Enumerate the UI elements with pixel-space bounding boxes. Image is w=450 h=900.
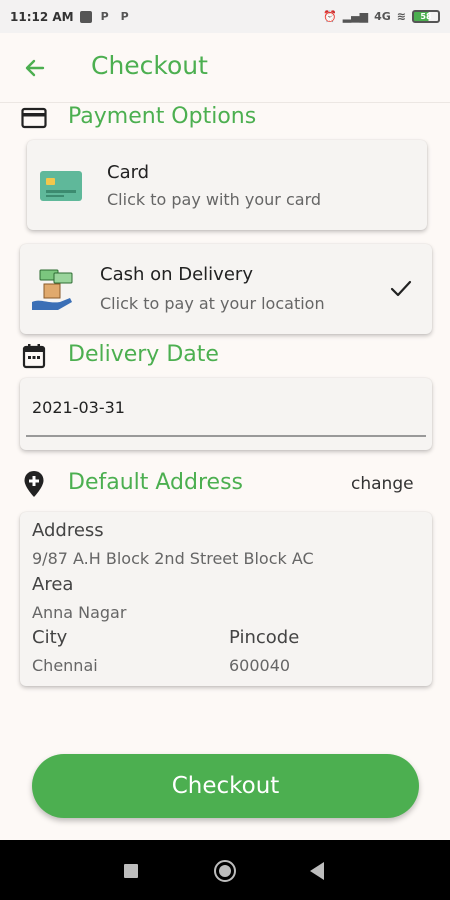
home-icon[interactable] bbox=[214, 860, 236, 882]
payment-option-card[interactable]: Card Click to pay with your card bbox=[27, 140, 427, 230]
address-label: Address bbox=[32, 520, 104, 541]
cash-delivery-icon bbox=[30, 268, 76, 310]
battery-icon: 58 bbox=[412, 10, 440, 23]
payment-options-title: Payment Options bbox=[68, 104, 257, 129]
notification-icon bbox=[79, 10, 92, 23]
arrow-left-icon bbox=[25, 59, 45, 77]
pincode-label: Pincode bbox=[229, 627, 300, 648]
location-pin-icon bbox=[20, 470, 48, 498]
payment-option-cod[interactable]: Cash on Delivery Click to pay at your lo… bbox=[20, 244, 432, 334]
address-card: Address 9/87 A.H Block 2nd Street Block … bbox=[20, 512, 432, 686]
bank-card-icon bbox=[38, 166, 84, 206]
alarm-icon: ⏰ bbox=[323, 10, 337, 23]
cod-option-title: Cash on Delivery bbox=[100, 264, 253, 285]
wifi-icon: ≋ bbox=[396, 10, 406, 23]
delivery-date-value: 2021-03-31 bbox=[32, 398, 125, 417]
system-nav-bar bbox=[0, 840, 450, 900]
battery-level: 58 bbox=[420, 12, 432, 21]
change-address-link[interactable]: change bbox=[351, 474, 414, 494]
cod-option-subtitle: Click to pay at your location bbox=[100, 294, 325, 313]
delivery-date-field[interactable]: 2021-03-31 bbox=[20, 378, 432, 450]
area-value: Anna Nagar bbox=[32, 603, 127, 622]
calendar-icon bbox=[20, 342, 48, 370]
home-icon-dot bbox=[219, 865, 231, 877]
page-title: Checkout bbox=[91, 51, 208, 80]
network-type: 4G bbox=[374, 10, 391, 23]
delivery-date-title: Delivery Date bbox=[68, 342, 219, 367]
pincode-value: 600040 bbox=[229, 656, 291, 675]
status-time: 11:12 AM bbox=[10, 9, 74, 24]
date-field-underline bbox=[26, 435, 426, 437]
status-right: ⏰ ▂▄▆ 4G ≋ 58 bbox=[323, 10, 440, 23]
city-label: City bbox=[32, 627, 68, 648]
back-button[interactable] bbox=[20, 53, 50, 83]
recent-apps-icon[interactable] bbox=[124, 864, 138, 878]
default-address-title: Default Address bbox=[68, 470, 243, 495]
status-bar: 11:12 AM P P ⏰ ▂▄▆ 4G ≋ 58 bbox=[0, 0, 450, 33]
checkout-button[interactable]: Checkout bbox=[32, 754, 419, 818]
p-app-icon-2: P bbox=[120, 10, 129, 23]
card-option-title: Card bbox=[107, 162, 150, 183]
payment-options-header: Payment Options bbox=[20, 104, 256, 132]
card-option-subtitle: Click to pay with your card bbox=[107, 190, 322, 209]
signal-icon: ▂▄▆ bbox=[342, 10, 369, 23]
area-label: Area bbox=[32, 574, 74, 595]
check-icon bbox=[388, 276, 414, 302]
city-value: Chennai bbox=[32, 656, 98, 675]
address-value: 9/87 A.H Block 2nd Street Block AC bbox=[32, 549, 314, 568]
default-address-header: Default Address bbox=[20, 470, 243, 498]
app-bar: Checkout bbox=[0, 33, 450, 103]
status-left: 11:12 AM P P bbox=[10, 10, 132, 24]
delivery-date-header: Delivery Date bbox=[20, 342, 219, 370]
p-app-icon: P bbox=[100, 10, 109, 23]
nav-back-icon[interactable] bbox=[310, 862, 324, 880]
credit-card-icon bbox=[20, 104, 48, 132]
